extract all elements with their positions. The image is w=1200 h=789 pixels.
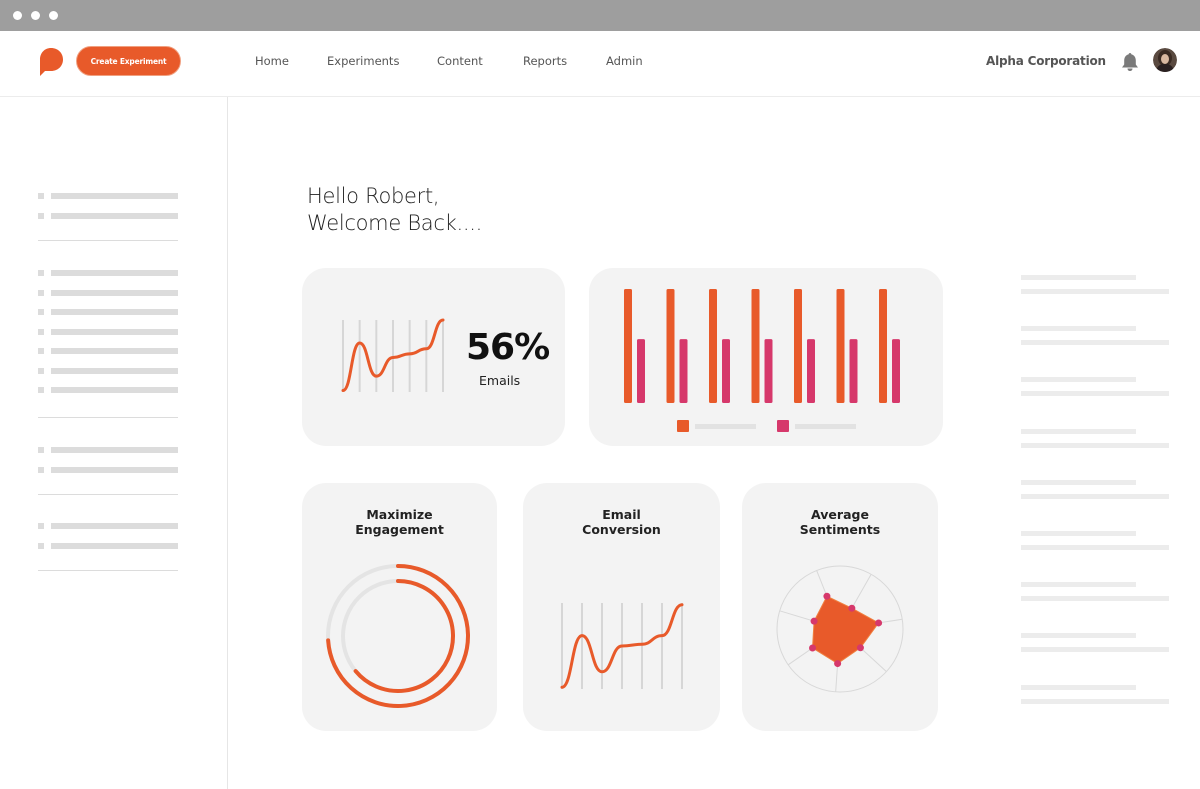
radar-point bbox=[848, 604, 856, 612]
right-list-title-placeholder[interactable] bbox=[1021, 582, 1136, 588]
right-list-subtitle-placeholder bbox=[1021, 698, 1169, 704]
right-list-subtitle-placeholder bbox=[1021, 340, 1169, 346]
radar-point bbox=[875, 619, 883, 627]
radar-point bbox=[856, 644, 864, 652]
radar-point bbox=[823, 592, 831, 600]
right-list-subtitle-placeholder bbox=[1021, 493, 1169, 499]
right-list-subtitle-placeholder bbox=[1021, 596, 1169, 602]
right-list-title-placeholder[interactable] bbox=[1021, 479, 1136, 485]
right-list-subtitle-placeholder bbox=[1021, 545, 1169, 550]
radar-area bbox=[812, 595, 880, 665]
sentiment-radar-chart bbox=[776, 565, 904, 693]
right-list-title-placeholder[interactable] bbox=[1021, 684, 1136, 690]
radar-point bbox=[810, 617, 818, 625]
right-list-subtitle-placeholder bbox=[1021, 289, 1169, 294]
right-list-title-placeholder[interactable] bbox=[1021, 633, 1136, 639]
radar-point bbox=[809, 644, 817, 652]
right-list-title-placeholder[interactable] bbox=[1021, 531, 1136, 536]
right-list-title-placeholder[interactable] bbox=[1021, 326, 1136, 332]
right-list-subtitle-placeholder bbox=[1021, 647, 1169, 653]
right-list-title-placeholder[interactable] bbox=[1021, 377, 1136, 383]
right-list-title-placeholder[interactable] bbox=[1021, 275, 1136, 280]
radar-point bbox=[834, 660, 842, 668]
right-list-title-placeholder[interactable] bbox=[1021, 428, 1136, 434]
right-list-subtitle-placeholder bbox=[1021, 442, 1169, 448]
right-list-subtitle-placeholder bbox=[1021, 391, 1169, 397]
